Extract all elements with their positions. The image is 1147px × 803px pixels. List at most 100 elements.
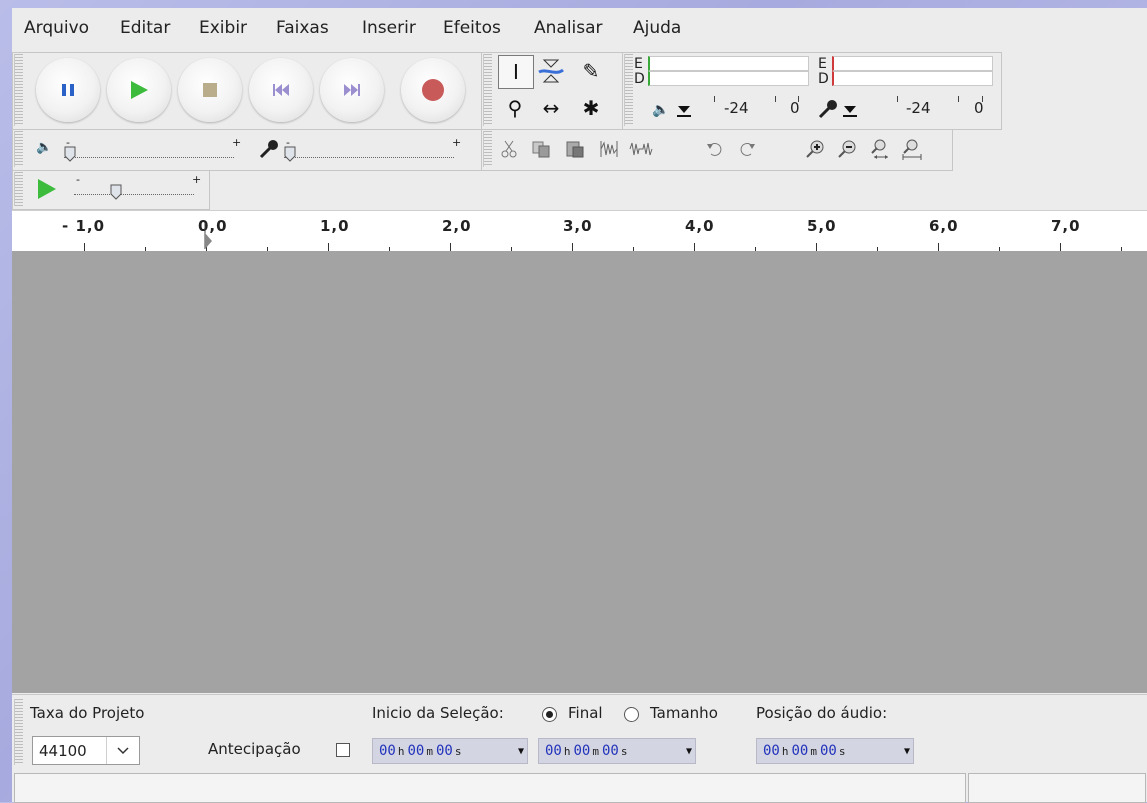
toolbar-grip[interactable] [14, 54, 23, 126]
record-meter-dropdown-icon[interactable] [842, 102, 858, 122]
copy-button[interactable] [528, 137, 554, 161]
play-button[interactable] [107, 58, 171, 122]
menu-analisar[interactable]: Analisar [534, 18, 603, 38]
time-format-dropdown-icon[interactable]: ▼ [518, 746, 524, 757]
menu-exibir[interactable]: Exibir [199, 18, 247, 38]
paste-button[interactable] [562, 137, 588, 161]
time-format-dropdown-icon[interactable]: ▼ [686, 746, 692, 757]
input-volume-slider[interactable]: - + [284, 136, 464, 166]
time-format-dropdown-icon[interactable]: ▼ [904, 746, 910, 757]
playback-speed-slider[interactable]: - + [74, 173, 204, 202]
pause-button[interactable] [36, 58, 100, 122]
record-meter-left-label: E [818, 56, 827, 72]
playback-meter-speaker-icon[interactable]: 🔈 [652, 102, 669, 118]
end-radio-label: Final [568, 704, 603, 722]
menu-ajuda[interactable]: Ajuda [633, 18, 681, 38]
skip-to-start-button[interactable] [249, 58, 313, 122]
timeshift-tool[interactable]: ↔ [534, 92, 568, 124]
paste-icon [566, 141, 584, 158]
length-radio[interactable] [624, 707, 639, 722]
zoom-in-icon [806, 140, 824, 158]
ruler-label: 1,0 [320, 217, 350, 235]
edit-grip[interactable] [483, 131, 492, 167]
snap-to-label: Antecipação [208, 740, 301, 758]
menu-inserir[interactable]: Inserir [362, 18, 416, 38]
chevron-down-icon[interactable] [105, 737, 139, 764]
ruler-label: 2,0 [442, 217, 472, 235]
project-rate-value: 44100 [39, 741, 87, 760]
zoom-in-button[interactable] [802, 137, 828, 161]
selection-start-time[interactable]: 00 h 00 m 00 s ▼ [372, 738, 528, 764]
playback-meter-right-label: D [634, 71, 645, 87]
timeline-ruler[interactable]: - 1,0 0,0 1,0 2,0 3,0 4,0 5,0 6,0 7,0 [12, 210, 1147, 252]
stop-icon [203, 83, 217, 97]
output-volume-thumb[interactable] [64, 146, 76, 162]
multi-tool[interactable]: ✱ [574, 92, 608, 124]
draw-tool[interactable]: ✎ [574, 55, 608, 87]
ruler-label: 7,0 [1051, 217, 1081, 235]
redo-button[interactable] [734, 137, 760, 161]
zoom-out-icon [838, 140, 856, 158]
cut-icon [501, 140, 517, 158]
undo-button[interactable] [702, 137, 728, 161]
playhead-marker-icon[interactable] [203, 223, 213, 249]
pause-icon [62, 84, 74, 96]
input-volume-thumb[interactable] [284, 146, 296, 162]
meter-grip[interactable] [624, 54, 633, 126]
playback-meter-left-label: E [634, 56, 643, 72]
audacity-window: Arquivo Editar Exibir Faixas Inserir Efe… [12, 8, 1147, 803]
selection-end-time[interactable]: 00 h 00 m 00 s ▼ [538, 738, 696, 764]
selection-tool[interactable]: I [498, 55, 534, 89]
zoom-out-button[interactable] [834, 137, 860, 161]
output-volume-slider[interactable]: - + [64, 136, 244, 166]
play-at-speed-icon [38, 179, 56, 199]
transcription-grip[interactable] [14, 172, 23, 206]
menu-arquivo[interactable]: Arquivo [24, 18, 89, 38]
speed-thumb[interactable] [110, 184, 122, 200]
ruler-label: 6,0 [929, 217, 959, 235]
selection-grip[interactable] [14, 699, 23, 765]
menu-faixas[interactable]: Faixas [276, 18, 329, 38]
skip-to-end-button[interactable] [320, 58, 384, 122]
silence-icon [629, 142, 653, 156]
status-rate-field [968, 773, 1146, 803]
fit-project-icon [902, 139, 922, 160]
menu-editar[interactable]: Editar [120, 18, 170, 38]
trim-button[interactable] [596, 137, 622, 161]
tools-grip[interactable] [483, 54, 492, 126]
silence-button[interactable] [628, 137, 654, 161]
menu-efeitos[interactable]: Efeitos [443, 18, 501, 38]
ruler-label: 3,0 [563, 217, 593, 235]
speed-plus: + [192, 173, 202, 186]
record-meter-mic-icon[interactable] [817, 98, 839, 124]
fit-project-button[interactable] [898, 137, 924, 161]
record-icon [422, 79, 444, 101]
project-rate-combo[interactable]: 44100 [32, 736, 140, 765]
fit-selection-button[interactable] [866, 137, 892, 161]
play-at-speed-button[interactable] [36, 178, 58, 204]
envelope-tool[interactable] [534, 55, 568, 87]
cut-button[interactable] [496, 137, 522, 161]
record-meter-right-label: D [818, 71, 829, 87]
ruler-label: 5,0 [807, 217, 837, 235]
record-meter-left [832, 56, 993, 71]
record-button[interactable] [401, 58, 465, 122]
track-area[interactable] [12, 251, 1147, 693]
mixer-grip[interactable] [14, 131, 23, 167]
playback-meter-left [648, 56, 809, 71]
zoom-tool[interactable]: ⚲ [498, 92, 532, 124]
skip-start-icon [273, 84, 289, 96]
audio-position-time[interactable]: 00 h 00 m 00 s ▼ [756, 738, 914, 764]
undo-icon [707, 142, 722, 156]
project-rate-label: Taxa do Projeto [30, 704, 145, 722]
snap-to-checkbox[interactable] [336, 743, 350, 757]
playback-meter-dropdown-icon[interactable] [676, 102, 692, 122]
end-radio[interactable] [542, 707, 557, 722]
input-volume-mic-icon [258, 138, 280, 164]
stop-button[interactable] [178, 58, 242, 122]
playback-meter-right [648, 71, 809, 86]
selection-toolbar: Taxa do Projeto 44100 Antecipação Inicio… [12, 694, 1147, 769]
copy-icon [532, 141, 550, 158]
output-volume-icon: 🔈 [36, 140, 53, 155]
status-message-field [14, 773, 966, 803]
